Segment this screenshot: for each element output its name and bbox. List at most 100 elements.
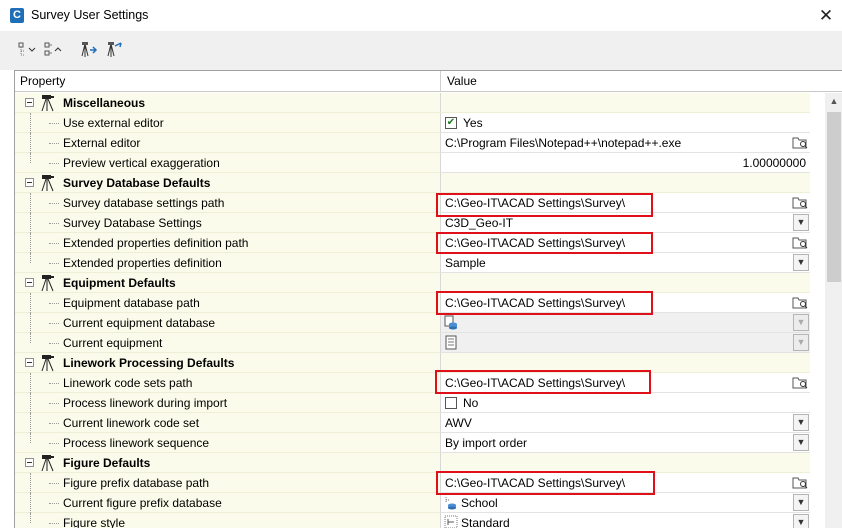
figure-prefix-db-select[interactable]: School <box>461 496 498 510</box>
chevron-down-icon[interactable]: ▼ <box>793 514 809 528</box>
category-label: Figure Defaults <box>63 456 151 470</box>
property-row-external-editor[interactable]: External editor C:\Program Files\Notepad… <box>15 133 810 153</box>
collapse-toggle[interactable] <box>25 98 34 107</box>
use-external-editor-checkbox[interactable]: ✔ <box>445 117 457 129</box>
property-label: Current linework code set <box>63 416 200 430</box>
property-row-process-linework-sequence[interactable]: Process linework sequence By import orde… <box>15 433 810 453</box>
browse-folder-icon[interactable] <box>792 475 808 490</box>
ext-props-def-path-value[interactable]: C:\Geo-IT\ACAD Settings\Survey\ <box>445 236 625 250</box>
window-title: Survey User Settings <box>31 8 149 22</box>
property-row-equipment-database-path[interactable]: Equipment database path C:\Geo-IT\ACAD S… <box>15 293 810 313</box>
property-label: Equipment database path <box>63 296 200 310</box>
category-label: Survey Database Defaults <box>63 176 211 190</box>
property-row-preview-vertical-exaggeration[interactable]: Preview vertical exaggeration 1.00000000 <box>15 153 810 173</box>
scroll-up-icon[interactable]: ▲ <box>825 93 842 110</box>
property-column-header[interactable]: Property <box>20 74 65 88</box>
figure-database-icon <box>444 495 458 510</box>
browse-folder-icon[interactable] <box>792 295 808 310</box>
chevron-down-icon[interactable]: ▼ <box>793 214 809 231</box>
survey-tripod-icon <box>39 354 59 372</box>
property-row-process-linework-during-import[interactable]: Process linework during import No <box>15 393 810 413</box>
survey-tripod-icon <box>39 94 59 112</box>
grid-header: Property Value <box>15 71 842 92</box>
external-editor-value[interactable]: C:\Program Files\Notepad++\notepad++.exe <box>445 136 681 150</box>
survey-tripod-icon <box>39 174 59 192</box>
category-miscellaneous[interactable]: Miscellaneous <box>15 93 810 113</box>
column-divider[interactable] <box>440 71 441 92</box>
category-equipment-defaults[interactable]: Equipment Defaults <box>15 273 810 293</box>
property-label: Current equipment database <box>63 316 216 330</box>
collapse-toggle[interactable] <box>25 358 34 367</box>
category-survey-database-defaults[interactable]: Survey Database Defaults <box>15 173 810 193</box>
collapse-toggle[interactable] <box>25 458 34 467</box>
property-label: External editor <box>63 136 141 150</box>
property-row-extended-properties-definition[interactable]: Extended properties definition Sample ▼ <box>15 253 810 273</box>
linework-code-set-select[interactable]: AWV <box>445 416 472 430</box>
export-settings-icon[interactable] <box>102 40 124 60</box>
property-grid: Property Value Miscellaneous Use externa… <box>14 70 842 528</box>
chevron-down-icon[interactable]: ▼ <box>793 254 809 271</box>
survey-tripod-icon <box>39 454 59 472</box>
collapse-all-icon[interactable] <box>16 40 38 60</box>
title-bar: C Survey User Settings ✕ <box>0 0 842 32</box>
property-label: Process linework during import <box>63 396 228 410</box>
property-row-linework-code-sets-path[interactable]: Linework code sets path C:\Geo-IT\ACAD S… <box>15 373 810 393</box>
database-icon <box>444 315 458 330</box>
linework-code-sets-path-value[interactable]: C:\Geo-IT\ACAD Settings\Survey\ <box>445 376 625 390</box>
chevron-down-icon[interactable]: ▼ <box>793 494 809 511</box>
property-label: Linework code sets path <box>63 376 193 390</box>
equipment-db-path-value[interactable]: C:\Geo-IT\ACAD Settings\Survey\ <box>445 296 625 310</box>
scrollbar-thumb[interactable] <box>827 112 841 282</box>
property-label: Survey Database Settings <box>63 216 202 230</box>
property-label: Extended properties definition <box>63 256 222 270</box>
property-label: Extended properties definition path <box>63 236 249 250</box>
browse-folder-icon[interactable] <box>792 195 808 210</box>
vertical-scrollbar[interactable]: ▲ <box>825 93 842 528</box>
chevron-down-icon[interactable]: ▼ <box>793 434 809 451</box>
collapse-toggle[interactable] <box>25 278 34 287</box>
linework-sequence-select[interactable]: By import order <box>445 436 527 450</box>
property-row-figure-style[interactable]: Figure style Standard ▼ <box>15 513 810 528</box>
value-column-header[interactable]: Value <box>447 74 477 88</box>
browse-folder-icon[interactable] <box>792 375 808 390</box>
browse-folder-icon[interactable] <box>792 135 808 150</box>
category-label: Linework Processing Defaults <box>63 356 235 370</box>
chevron-down-icon: ▼ <box>793 334 809 351</box>
property-row-figure-prefix-database-path[interactable]: Figure prefix database path C:\Geo-IT\AC… <box>15 473 810 493</box>
figure-style-icon <box>444 515 458 528</box>
property-row-current-equipment[interactable]: Current equipment ▼ <box>15 333 810 353</box>
survey-tripod-icon <box>39 274 59 292</box>
ext-props-def-select[interactable]: Sample <box>445 256 486 270</box>
property-row-current-figure-prefix-database[interactable]: Current figure prefix database School ▼ <box>15 493 810 513</box>
category-label: Miscellaneous <box>63 96 146 110</box>
category-linework-processing-defaults[interactable]: Linework Processing Defaults <box>15 353 810 373</box>
chevron-down-icon[interactable]: ▼ <box>793 414 809 431</box>
property-row-use-external-editor[interactable]: Use external editor ✔ Yes <box>15 113 810 133</box>
property-label: Current figure prefix database <box>63 496 222 510</box>
chevron-down-icon: ▼ <box>793 314 809 331</box>
expand-all-icon[interactable] <box>42 40 64 60</box>
survey-db-settings-select[interactable]: C3D_Geo-IT <box>445 216 513 230</box>
app-icon: C <box>10 8 24 23</box>
property-row-current-equipment-database[interactable]: Current equipment database ▼ <box>15 313 810 333</box>
collapse-toggle[interactable] <box>25 178 34 187</box>
survey-db-settings-path-value[interactable]: C:\Geo-IT\ACAD Settings\Survey\ <box>445 196 625 210</box>
import-settings-icon[interactable] <box>76 40 98 60</box>
property-row-extended-properties-definition-path[interactable]: Extended properties definition path C:\G… <box>15 233 810 253</box>
property-label: Current equipment <box>63 336 163 350</box>
checkbox-label: No <box>463 396 479 410</box>
property-label: Figure style <box>63 516 126 528</box>
property-label: Survey database settings path <box>63 196 225 210</box>
property-row-survey-database-settings-path[interactable]: Survey database settings path C:\Geo-IT\… <box>15 193 810 213</box>
process-linework-checkbox[interactable] <box>445 397 457 409</box>
vertical-exaggeration-value[interactable]: 1.00000000 <box>743 156 806 170</box>
category-figure-defaults[interactable]: Figure Defaults <box>15 453 810 473</box>
figure-style-select[interactable]: Standard <box>461 516 510 528</box>
property-row-survey-database-settings[interactable]: Survey Database Settings C3D_Geo-IT ▼ <box>15 213 810 233</box>
figure-prefix-db-path-value[interactable]: C:\Geo-IT\ACAD Settings\Survey\ <box>445 476 625 490</box>
property-row-current-linework-code-set[interactable]: Current linework code set AWV ▼ <box>15 413 810 433</box>
browse-folder-icon[interactable] <box>792 235 808 250</box>
property-label: Use external editor <box>63 116 164 130</box>
close-button[interactable]: ✕ <box>812 4 840 28</box>
property-label: Process linework sequence <box>63 436 210 450</box>
